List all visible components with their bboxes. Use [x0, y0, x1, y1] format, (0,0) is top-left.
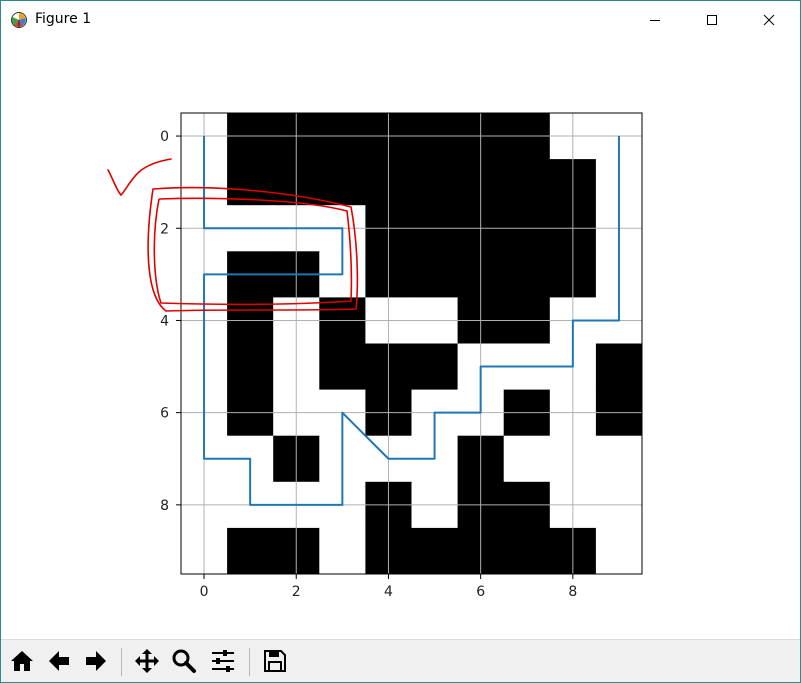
arrow-left-icon [46, 648, 72, 674]
title-bar[interactable]: Figure 1 [1, 1, 800, 39]
x-tick-label: 2 [292, 584, 301, 600]
pan-button[interactable] [131, 645, 163, 677]
y-tick-label: 6 [160, 406, 169, 422]
y-tick-label: 0 [160, 129, 169, 145]
heatmap-cell [319, 159, 366, 206]
toolbar-separator [121, 648, 122, 676]
heatmap-cell [319, 343, 366, 391]
checkmark-annotation [107, 158, 172, 197]
matplotlib-figure-icon [10, 11, 28, 29]
window-title: Figure 1 [35, 11, 92, 27]
y-tick-label: 4 [160, 313, 169, 329]
heatmap-cell [503, 435, 551, 483]
x-tick-label: 4 [384, 584, 393, 600]
configure-subplots-button[interactable] [207, 645, 239, 677]
toolbar-separator [249, 648, 250, 676]
y-tick-label: 8 [160, 498, 169, 514]
heatmap-cell [411, 343, 459, 391]
heatmap-cell [595, 527, 643, 575]
forward-button[interactable] [80, 645, 112, 677]
heatmap-cell [227, 527, 274, 575]
close-icon [763, 14, 775, 26]
maximize-icon [706, 14, 718, 26]
heatmap-cell [411, 159, 459, 206]
x-tick-label: 8 [568, 584, 577, 600]
back-button[interactable] [43, 645, 75, 677]
home-button[interactable] [6, 645, 38, 677]
navigation-toolbar [1, 639, 800, 682]
heatmap-cell [411, 527, 459, 575]
heatmap-cell [503, 527, 551, 575]
heatmap-cell [411, 251, 459, 298]
arrow-right-icon [83, 648, 109, 674]
floppy-disk-icon [262, 648, 288, 674]
heatmap-cell [227, 343, 274, 391]
save-button[interactable] [259, 645, 291, 677]
figure-window: Figure 1 0 2 4 6 8 0 2 4 6 8 [0, 0, 801, 683]
minimize-icon [649, 14, 661, 26]
heatmap-cell [595, 343, 643, 391]
heatmap-cell [595, 435, 643, 483]
y-tick-label: 2 [160, 221, 169, 237]
maze-plot: 0 2 4 6 8 0 2 4 6 8 [107, 112, 643, 600]
maximize-button[interactable] [689, 1, 735, 39]
move-icon [134, 648, 160, 674]
close-button[interactable] [746, 1, 792, 39]
zoom-button[interactable] [168, 645, 200, 677]
heatmap-cell [319, 527, 366, 575]
x-tick-label: 0 [200, 584, 209, 600]
x-tick-label: 6 [476, 584, 485, 600]
magnifier-icon [171, 648, 197, 674]
sliders-icon [210, 648, 236, 674]
figure-canvas[interactable]: 0 2 4 6 8 0 2 4 6 8 [1, 39, 800, 639]
home-icon [9, 648, 35, 674]
minimize-button[interactable] [632, 1, 678, 39]
heatmap-cell [503, 251, 551, 298]
heatmap-cell [503, 159, 551, 206]
